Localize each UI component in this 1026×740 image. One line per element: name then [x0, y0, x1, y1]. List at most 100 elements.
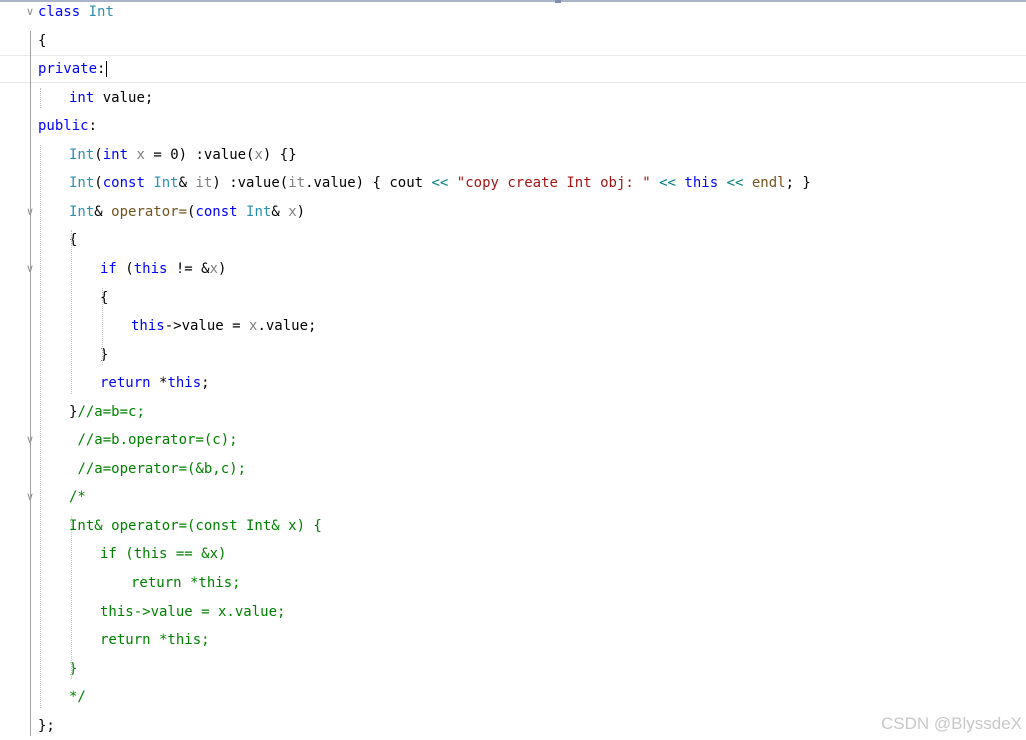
code-token: Int: [246, 203, 272, 220]
code-token: x: [288, 203, 297, 220]
code-line[interactable]: }//a=b=c;: [0, 398, 1026, 426]
code-line[interactable]: */: [0, 683, 1026, 711]
code-line[interactable]: Int(const Int& it) :value(it.value) { co…: [0, 169, 1026, 197]
code-token: {: [38, 32, 47, 49]
code-token: <<: [431, 175, 449, 192]
code-token: this->value = x.value;: [100, 603, 286, 620]
code-token: = 0) :value(: [144, 146, 255, 163]
code-token: (: [94, 146, 103, 163]
code-token: x: [254, 146, 263, 163]
code-token: (: [94, 175, 103, 192]
code-token: "copy create Int obj: ": [456, 175, 651, 192]
code-token: this: [167, 375, 202, 392]
code-text: */: [69, 683, 86, 711]
code-line[interactable]: {: [0, 284, 1026, 312]
code-token: Int: [88, 4, 114, 20]
code-text: Int& operator=(const Int& x): [69, 198, 305, 226]
code-line[interactable]: };: [0, 712, 1026, 740]
code-text: this->value = x.value;: [131, 312, 316, 340]
code-line[interactable]: int value;: [0, 84, 1026, 112]
code-token: ): [218, 260, 227, 277]
code-line[interactable]: {: [0, 27, 1026, 55]
code-token: x: [136, 146, 145, 163]
code-line[interactable]: return *this;: [0, 626, 1026, 654]
code-line[interactable]: }: [0, 655, 1026, 683]
code-line[interactable]: return *this;: [0, 369, 1026, 397]
watermark: CSDN @BlyssdeX: [880, 714, 1022, 733]
code-editor[interactable]: ∨ class Int{private: int value; public: Int(…: [0, 0, 1026, 740]
code-line[interactable]: this->value = x.value;: [0, 312, 1026, 340]
code-token: <<: [726, 175, 744, 192]
code-text: if (this != &x): [100, 255, 226, 283]
code-token: this: [684, 175, 719, 192]
code-token: Int& operator=(const Int& x) {: [69, 517, 322, 534]
code-token: :: [88, 118, 98, 135]
code-token: ) :value(: [212, 175, 289, 192]
code-line[interactable]: public:: [0, 112, 1026, 140]
code-token: value;: [94, 89, 154, 106]
code-token: .value;: [257, 318, 317, 335]
code-token: it: [195, 175, 213, 192]
code-line[interactable]: Int& operator=(const Int& x) {: [0, 512, 1026, 540]
code-token: Int: [153, 175, 179, 192]
code-text: /*: [69, 483, 86, 511]
code-text: //a=b.operator=(c);: [69, 426, 237, 454]
code-line[interactable]: this->value = x.value;: [0, 598, 1026, 626]
code-line[interactable]: private:: [0, 55, 1026, 84]
code-token: this: [133, 260, 168, 277]
code-token: != &: [167, 260, 210, 277]
code-line[interactable]: return *this;: [0, 569, 1026, 597]
fold-toggle-icon[interactable]: ∨: [22, 0, 38, 26]
code-line[interactable]: ∨ if (this != &x): [0, 255, 1026, 283]
code-token: return: [100, 375, 151, 392]
code-token: ) {}: [262, 146, 297, 163]
code-text: if (this == &x): [100, 540, 226, 568]
code-token: public: [38, 118, 89, 135]
code-text: }//a=b=c;: [69, 398, 145, 426]
code-token: if: [100, 260, 117, 277]
code-line[interactable]: Int(int x = 0) :value(x) {}: [0, 141, 1026, 169]
code-token: endl: [751, 175, 786, 192]
indent-guide: [40, 87, 41, 109]
text-caret: [106, 61, 108, 78]
code-token: int: [102, 146, 129, 163]
code-token: &: [94, 203, 112, 220]
code-line[interactable]: ∨ class Int: [0, 0, 1026, 26]
code-line[interactable]: //a=operator=(&b,c);: [0, 455, 1026, 483]
code-token: */: [69, 689, 86, 706]
code-text: this->value = x.value;: [100, 598, 285, 626]
code-token: const: [195, 203, 238, 220]
code-line[interactable]: }: [0, 341, 1026, 369]
code-text: Int(int x = 0) :value(x) {}: [69, 141, 297, 169]
code-token: ;: [201, 375, 210, 392]
code-token: private: [38, 61, 98, 78]
code-token: Int: [69, 203, 95, 220]
code-line[interactable]: if (this == &x): [0, 540, 1026, 568]
code-token: :: [97, 61, 106, 78]
code-text: class Int: [38, 0, 114, 26]
fold-bar: [30, 30, 31, 737]
code-token: (: [116, 260, 134, 277]
code-token: it: [288, 175, 306, 192]
indent-guide: [71, 230, 72, 394]
code-text: return *this;: [100, 626, 210, 654]
code-token: Int: [69, 175, 95, 192]
code-line[interactable]: ∨/*: [0, 483, 1026, 511]
code-line[interactable]: ∨ //a=b.operator=(c);: [0, 426, 1026, 454]
code-token: if (this == &x): [100, 546, 227, 563]
code-token: return *this;: [131, 575, 241, 591]
code-token: *: [150, 375, 168, 392]
code-token: Int: [69, 146, 95, 163]
code-line[interactable]: {: [0, 226, 1026, 254]
code-token: x: [209, 260, 219, 277]
code-text: public:: [38, 112, 97, 140]
code-text: int value;: [69, 84, 153, 112]
code-text: return *this;: [100, 369, 210, 397]
indent-guide: [102, 287, 103, 366]
code-text: private:: [38, 56, 108, 82]
code-line[interactable]: ∨ Int& operator=(const Int& x): [0, 198, 1026, 226]
code-text: {: [38, 27, 46, 55]
